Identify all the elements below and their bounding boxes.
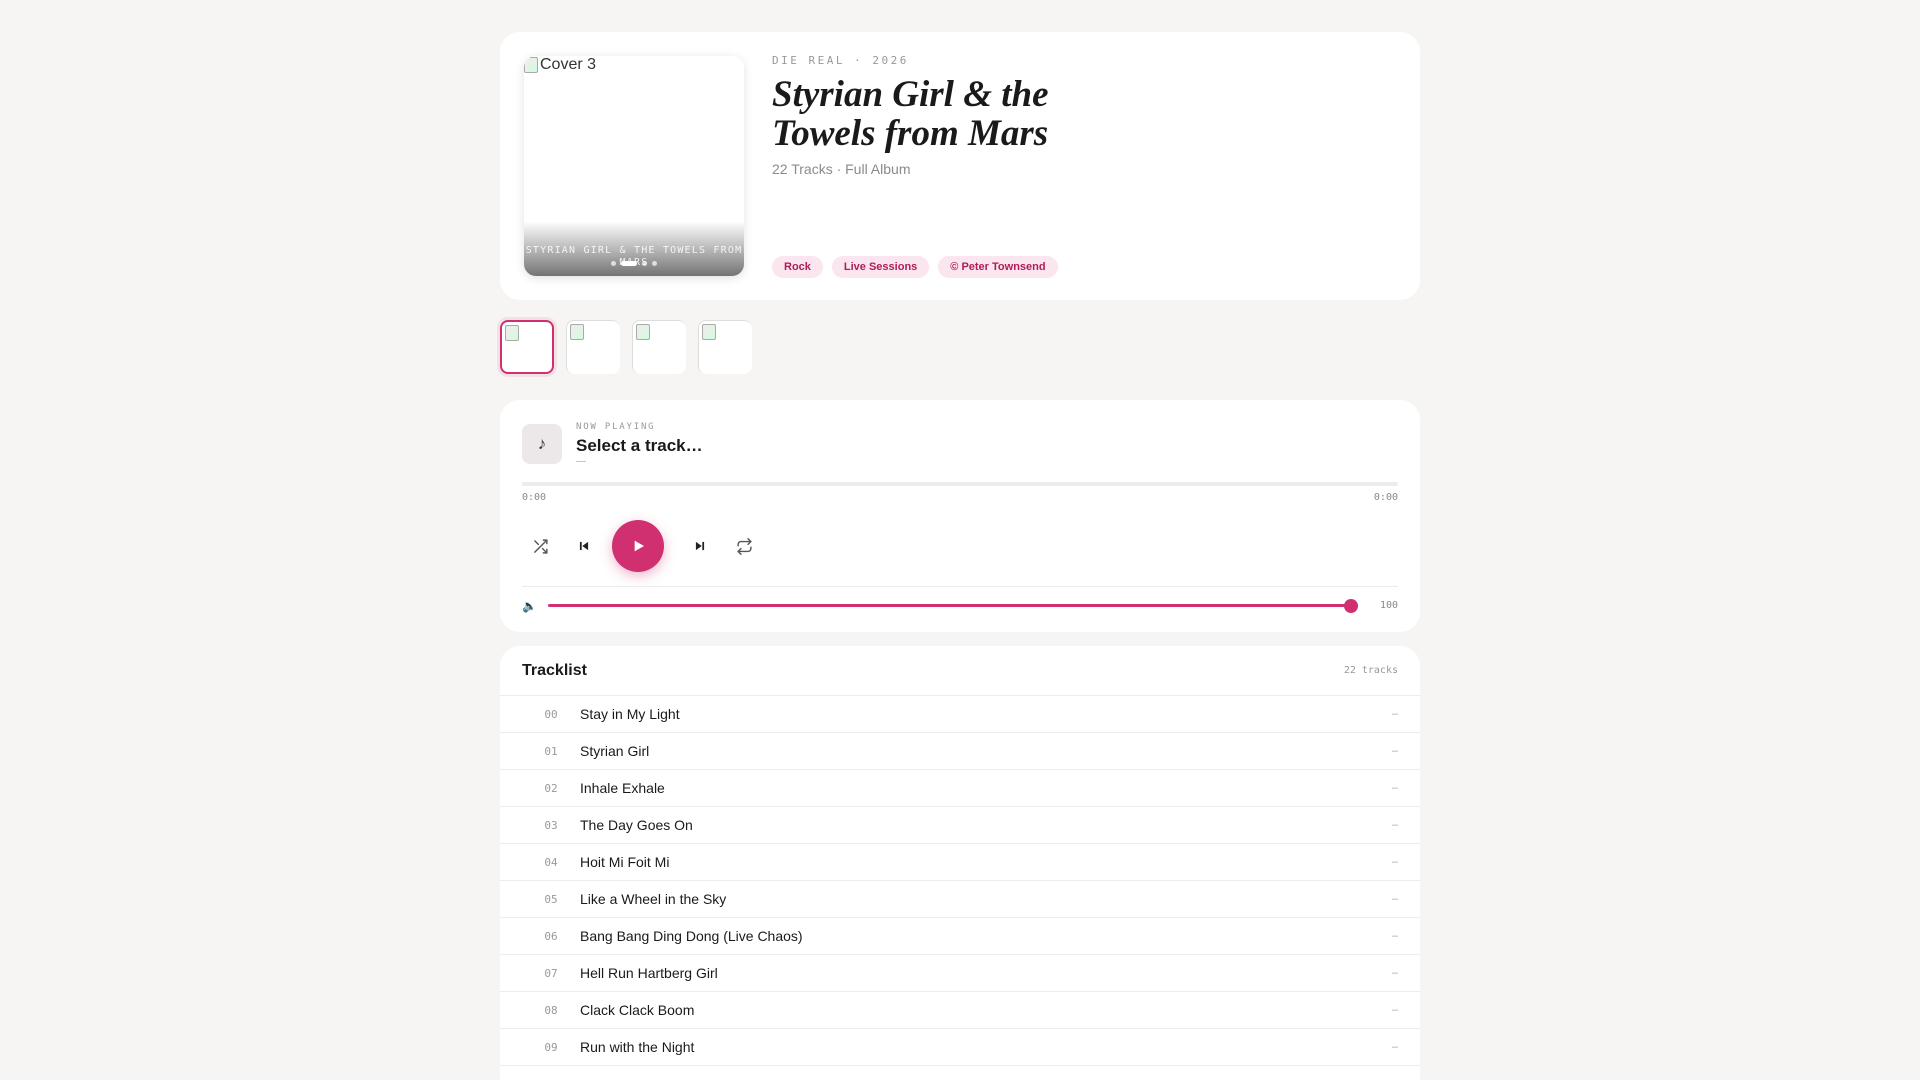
track-duration: – [1391,893,1398,905]
album-subtitle: 22 Tracks · Full Album [772,161,911,177]
music-note-icon: ♪ [522,424,562,464]
time-current: 0:00 [522,492,547,503]
album-label-year: DIE REAL · 2026 [772,54,909,67]
track-number: 08 [544,1003,558,1017]
track-title: The Day Goes On [580,817,693,833]
track-row[interactable]: 04 Hoit Mi Foit Mi – [500,844,1420,881]
shuffle-icon [533,538,548,554]
track-row[interactable]: 08 Clack Clack Boom – [500,992,1420,1029]
track-row[interactable]: 02 Inhale Exhale – [500,770,1420,807]
cover-alt-text: Cover 3 [540,56,597,73]
album-title: Styrian Girl & the Towels from Mars [772,74,1049,154]
track-title: Run with the Night [580,1039,695,1055]
track-number: 02 [544,781,558,795]
track-title: Clack Clack Boom [580,1002,695,1018]
cover-image: Cover 3 [524,56,596,74]
skip-back-icon [579,541,589,551]
pagination-dot[interactable] [642,261,647,266]
track-row[interactable]: 05 Like a Wheel in the Sky – [500,881,1420,918]
tag-genre[interactable]: Rock [772,256,823,278]
track-duration: – [1391,856,1398,868]
track-row[interactable]: 00 Stay in My Light – [500,696,1420,733]
cover-thumbnails [500,320,752,374]
player: ♪ NOW PLAYING Select a track… — 0:00 0:0… [500,400,1420,632]
track-row[interactable]: 09 Run with the Night – [500,1029,1420,1066]
track-duration: – [1391,930,1398,942]
broken-image-icon [570,324,584,340]
broken-image-icon [505,325,519,341]
album-cover[interactable]: Cover 3 STYRIAN GIRL & THE TOWELS FROM M… [524,56,744,276]
track-number: 01 [544,744,558,758]
track-duration: – [1391,745,1398,757]
track-title: Stay in My Light [580,706,680,722]
track-title: Bang Bang Ding Dong (Live Chaos) [580,928,803,944]
broken-image-icon [524,57,538,73]
thumbnail[interactable] [698,320,752,374]
track-title: Inhale Exhale [580,780,665,796]
track-duration: – [1391,782,1398,794]
tracklist-count: 22 tracks [1343,665,1398,676]
track-duration: – [1391,967,1398,979]
thumbnail-active[interactable] [500,320,554,374]
tracklist-header: Tracklist 22 tracks [500,646,1420,696]
shuffle-button[interactable] [522,528,558,564]
skip-forward-icon [695,541,705,551]
volume-icon[interactable]: 🔈 [522,599,537,613]
time-total: 0:00 [1373,492,1398,503]
tag-list: Rock Live Sessions © Peter Townsend [772,256,1058,278]
track-title: Styrian Girl [580,743,650,759]
now-playing-label: NOW PLAYING [576,422,656,432]
track-duration: – [1391,819,1398,831]
repeat-button[interactable] [726,528,762,564]
track-row[interactable]: 03 The Day Goes On – [500,807,1420,844]
track-number: 04 [544,855,558,869]
volume-slider[interactable] [548,604,1348,607]
play-button[interactable] [612,520,664,572]
tag-copyright[interactable]: © Peter Townsend [938,256,1058,278]
track-number: 00 [544,707,558,721]
play-icon [634,540,644,552]
track-title: Hoit Mi Foit Mi [580,854,670,870]
volume-value: 100 [1380,600,1399,611]
track-number: 06 [544,929,558,943]
track-row[interactable]: 06 Bang Bang Ding Dong (Live Chaos) – [500,918,1420,955]
next-button[interactable] [682,528,718,564]
now-playing-artist: — [576,456,586,467]
track-duration: – [1391,1004,1398,1016]
track-title: Like a Wheel in the Sky [580,891,727,907]
now-playing-title: Select a track… [576,436,703,455]
broken-image-icon [702,324,716,340]
pagination-dot[interactable] [652,261,657,266]
track-number: 09 [544,1040,558,1054]
thumbnail[interactable] [632,320,686,374]
track-row[interactable]: 07 Hell Run Hartberg Girl – [500,955,1420,992]
progress-bar[interactable] [522,482,1398,486]
track-number: 05 [544,892,558,906]
track-number: 07 [544,966,558,980]
tag-live-sessions[interactable]: Live Sessions [831,256,930,278]
thumbnail[interactable] [566,320,620,374]
playback-controls [522,520,762,572]
cover-pagination [524,261,744,266]
track-title: Hell Run Hartberg Girl [580,965,718,981]
album-hero: Cover 3 STYRIAN GIRL & THE TOWELS FROM M… [500,32,1420,300]
track-duration: – [1391,1041,1398,1053]
repeat-icon [736,537,752,555]
track-row[interactable]: 01 Styrian Girl – [500,733,1420,770]
previous-button[interactable] [566,528,602,564]
tracklist-title: Tracklist [522,661,587,679]
volume-slider-handle[interactable] [1344,599,1358,613]
track-duration: – [1391,708,1398,720]
track-number: 03 [544,818,558,832]
tracklist: Tracklist 22 tracks 00 Stay in My Light – … [500,646,1420,1080]
pagination-dot-active[interactable] [621,261,637,266]
broken-image-icon [636,324,650,340]
pagination-dot[interactable] [611,261,616,266]
divider [522,586,1398,587]
